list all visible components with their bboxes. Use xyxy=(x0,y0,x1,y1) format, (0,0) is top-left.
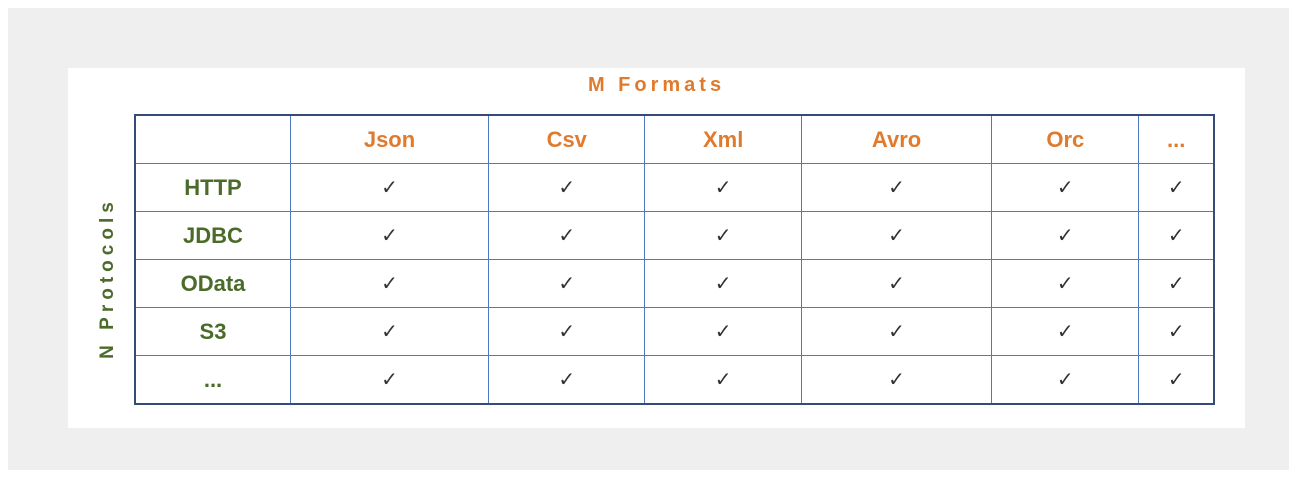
check-icon: ✓ xyxy=(289,163,490,212)
check-icon: ✓ xyxy=(289,259,490,308)
formats-axis-title: M Formats xyxy=(587,74,726,96)
check-icon: ✓ xyxy=(1138,259,1215,308)
column-header: Avro xyxy=(800,114,993,164)
check-icon: ✓ xyxy=(644,163,802,212)
check-icon: ✓ xyxy=(644,211,802,260)
check-icon: ✓ xyxy=(1138,307,1215,356)
check-icon: ✓ xyxy=(991,259,1140,308)
check-icon: ✓ xyxy=(991,355,1140,405)
check-icon: ✓ xyxy=(991,163,1140,212)
row-header: S3 xyxy=(134,307,291,356)
column-header: Xml xyxy=(644,114,802,164)
check-icon: ✓ xyxy=(289,355,490,405)
check-icon: ✓ xyxy=(1138,355,1215,405)
check-icon: ✓ xyxy=(289,307,490,356)
protocols-axis-title: N Protocols xyxy=(97,197,118,359)
table-row: OData ✓ ✓ ✓ ✓ ✓ ✓ xyxy=(134,259,1215,308)
check-icon: ✓ xyxy=(289,211,490,260)
check-icon: ✓ xyxy=(800,211,993,260)
row-header: JDBC xyxy=(134,211,291,260)
check-icon: ✓ xyxy=(800,163,993,212)
corner-cell xyxy=(134,114,291,164)
check-icon: ✓ xyxy=(488,163,646,212)
check-icon: ✓ xyxy=(488,307,646,356)
header-row: Json Csv Xml Avro Orc ... xyxy=(134,114,1215,164)
column-header: Csv xyxy=(488,114,646,164)
check-icon: ✓ xyxy=(644,259,802,308)
table-row: S3 ✓ ✓ ✓ ✓ ✓ ✓ xyxy=(134,307,1215,356)
protocol-format-matrix: Json Csv Xml Avro Orc ... HTTP ✓ ✓ ✓ ✓ ✓… xyxy=(134,114,1215,405)
column-header: ... xyxy=(1138,114,1215,164)
check-icon: ✓ xyxy=(800,259,993,308)
row-header: OData xyxy=(134,259,291,308)
check-icon: ✓ xyxy=(488,211,646,260)
check-icon: ✓ xyxy=(991,211,1140,260)
check-icon: ✓ xyxy=(800,355,993,405)
check-icon: ✓ xyxy=(488,355,646,405)
check-icon: ✓ xyxy=(488,259,646,308)
check-icon: ✓ xyxy=(1138,211,1215,260)
screenshot-frame: M Formats N Protocols Json Csv Xml Avro … xyxy=(8,8,1289,470)
check-icon: ✓ xyxy=(800,307,993,356)
check-icon: ✓ xyxy=(644,307,802,356)
check-icon: ✓ xyxy=(991,307,1140,356)
row-header: ... xyxy=(134,355,291,405)
column-header: Json xyxy=(289,114,490,164)
check-icon: ✓ xyxy=(644,355,802,405)
column-header: Orc xyxy=(991,114,1140,164)
check-icon: ✓ xyxy=(1138,163,1215,212)
table-row: HTTP ✓ ✓ ✓ ✓ ✓ ✓ xyxy=(134,163,1215,212)
table-row: JDBC ✓ ✓ ✓ ✓ ✓ ✓ xyxy=(134,211,1215,260)
table-row: ... ✓ ✓ ✓ ✓ ✓ ✓ xyxy=(134,355,1215,405)
row-header: HTTP xyxy=(134,163,291,212)
